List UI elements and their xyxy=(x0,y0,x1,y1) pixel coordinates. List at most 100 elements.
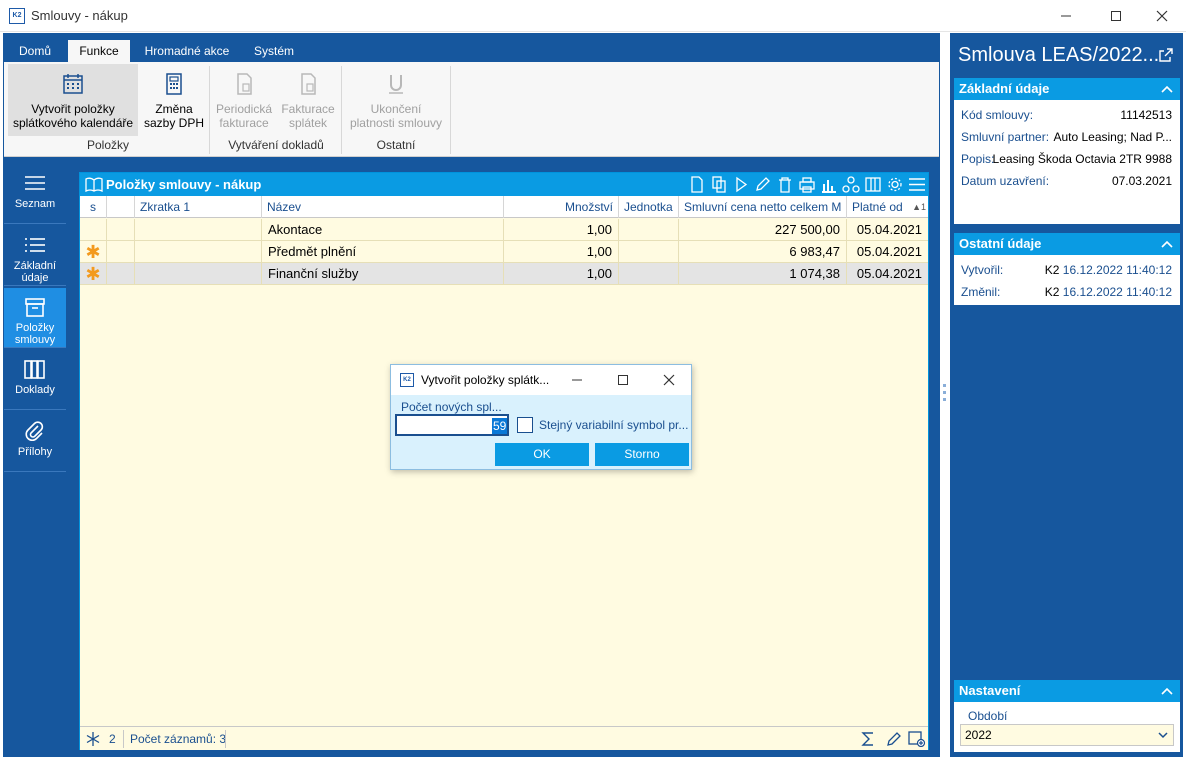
hamburger-icon xyxy=(25,176,45,190)
col-header-price[interactable]: Smluvní cena netto celkem M xyxy=(679,196,847,218)
tab-functions[interactable]: Funkce xyxy=(68,40,130,62)
nav-label-basic-1: Základní xyxy=(13,260,57,272)
maximize-button[interactable] xyxy=(1096,4,1136,28)
minimize-button[interactable] xyxy=(1046,4,1086,28)
period-select[interactable]: 2022 xyxy=(960,724,1174,746)
col-header-unit[interactable]: Jednotka xyxy=(619,196,679,218)
contract-code-label: Kód smlouvy: xyxy=(961,108,1034,122)
end-validity-button[interactable]: Ukončení platnosti smlouvy xyxy=(344,64,448,136)
cell-abbr xyxy=(135,263,262,285)
external-link-icon[interactable] xyxy=(1158,47,1174,63)
tab-system[interactable]: Systém xyxy=(244,40,304,62)
nav-label-items-2: smlouvy xyxy=(14,334,56,346)
installment-count-value: 59 xyxy=(492,418,508,434)
date-label: Datum uzavření: xyxy=(961,174,1050,188)
print-icon[interactable] xyxy=(798,176,816,193)
cell-unit xyxy=(619,263,679,285)
col-header-blank[interactable] xyxy=(107,196,135,218)
table-row[interactable]: ✱ Předmět plnění 1,00 6 983,47 05.04.202… xyxy=(80,241,928,263)
chevron-up-icon xyxy=(1161,85,1173,93)
cell-price: 1 074,38 xyxy=(679,263,847,285)
minimize-icon xyxy=(1061,15,1071,17)
col-header-valid-label: Platné od xyxy=(852,200,903,214)
copy-icon[interactable] xyxy=(710,176,728,193)
minimize-icon[interactable] xyxy=(571,374,583,386)
vat-change-button[interactable]: Změna sazby DPH xyxy=(142,64,206,136)
same-variable-symbol-label: Stejný variabilní symbol pr... xyxy=(539,418,689,432)
sum-icon[interactable] xyxy=(860,731,876,747)
create-items-label-2: splátkového kalendáře xyxy=(12,116,134,130)
created-row: Vytvořil: xyxy=(961,263,1003,277)
same-variable-symbol-checkbox[interactable] xyxy=(517,417,533,433)
cell-unit xyxy=(619,241,679,263)
cell-unit xyxy=(619,219,679,241)
chevron-down-icon xyxy=(1158,732,1168,739)
add-record-icon[interactable] xyxy=(908,731,926,747)
maximize-icon[interactable] xyxy=(617,374,629,386)
menu-icon[interactable] xyxy=(908,176,926,193)
ribbon-separator xyxy=(450,66,451,154)
section-body-settings: Období 2022 xyxy=(954,702,1180,752)
tab-home[interactable]: Domů xyxy=(10,40,60,62)
columns-icon[interactable] xyxy=(864,176,882,193)
col-header-name[interactable]: Název xyxy=(262,196,504,218)
calculator-icon xyxy=(166,73,182,95)
col-header-qty[interactable]: Množství xyxy=(504,196,619,218)
nav-item-documents[interactable]: Doklady xyxy=(4,350,66,410)
footer-divider xyxy=(123,730,124,748)
col-header-s[interactable]: s xyxy=(80,196,107,218)
gear-icon[interactable] xyxy=(886,176,904,193)
tab-bulk-actions[interactable]: Hromadné akce xyxy=(138,40,236,62)
date-row: Datum uzavření: xyxy=(961,174,1049,188)
cell-qty: 1,00 xyxy=(504,219,619,241)
new-document-icon[interactable] xyxy=(688,176,706,193)
ok-button[interactable]: OK xyxy=(495,443,589,466)
col-header-abbr[interactable]: Zkratka 1 xyxy=(135,196,262,218)
edit-pencil-icon[interactable] xyxy=(754,176,772,193)
snowflake-icon[interactable] xyxy=(85,731,101,747)
close-icon[interactable] xyxy=(663,374,675,386)
col-header-valid[interactable]: Platné od ▲1 xyxy=(847,196,928,218)
hierarchy-icon[interactable] xyxy=(842,176,860,193)
table-row[interactable]: ✱ Finanční služby 1,00 1 074,38 05.04.20… xyxy=(80,263,928,285)
trash-icon[interactable] xyxy=(776,176,794,193)
nav-item-basic-data[interactable]: Základní údaje xyxy=(4,226,66,286)
group-label-items: Položky xyxy=(86,138,130,152)
created-label: Vytvořil: xyxy=(961,263,1004,277)
bar-chart-icon[interactable] xyxy=(820,176,838,193)
play-icon[interactable] xyxy=(732,176,750,193)
nav-item-attachments[interactable]: Přílohy xyxy=(4,412,66,472)
splitter-handle[interactable] xyxy=(943,384,946,408)
partner-value[interactable]: Auto Leasing; Nad P... xyxy=(1053,130,1172,144)
grid-toolbar xyxy=(688,176,926,193)
cell-s xyxy=(80,219,107,241)
nav-item-contract-items[interactable]: Položky smlouvy xyxy=(4,288,66,348)
paperclip-icon xyxy=(25,421,44,441)
cell-qty: 1,00 xyxy=(504,263,619,285)
table-row[interactable]: Akontace 1,00 227 500,00 05.04.2021 xyxy=(80,219,928,241)
cell-name: Předmět plnění xyxy=(262,241,504,263)
installment-invoice-label-2: splátek xyxy=(288,116,328,130)
cancel-button[interactable]: Storno xyxy=(595,443,689,466)
section-header-basic[interactable]: Základní údaje xyxy=(954,78,1180,100)
periodic-invoice-button[interactable]: Periodická fakturace xyxy=(212,64,276,136)
group-label-other: Ostatní xyxy=(376,138,416,152)
nav-item-list[interactable]: Seznam xyxy=(4,164,66,224)
end-validity-label-2: platnosti smlouvy xyxy=(349,116,443,130)
installment-invoice-button[interactable]: Fakturace splátek xyxy=(276,64,340,136)
title-bar: K2 Smlouvy - nákup xyxy=(0,0,1186,32)
edit-pencil-icon[interactable] xyxy=(886,731,902,747)
section-header-other[interactable]: Ostatní údaje xyxy=(954,233,1180,255)
close-button[interactable] xyxy=(1142,4,1182,28)
installment-count-input[interactable]: 59 xyxy=(395,414,509,436)
created-user: K2 xyxy=(1044,263,1060,277)
description-label: Popis: xyxy=(961,152,995,166)
date-value: 07.03.2021 xyxy=(1111,174,1172,188)
section-header-settings[interactable]: Nastavení xyxy=(954,680,1180,702)
create-installment-items-button[interactable]: Vytvořit položky splátkového kalendáře xyxy=(8,64,138,136)
vat-change-label-1: Změna xyxy=(155,102,193,116)
dialog-title-bar: K2 Vytvořit položky splátk... xyxy=(391,365,691,395)
cell-blank xyxy=(107,219,135,241)
cell-abbr xyxy=(135,219,262,241)
period-value: 2022 xyxy=(965,728,992,742)
